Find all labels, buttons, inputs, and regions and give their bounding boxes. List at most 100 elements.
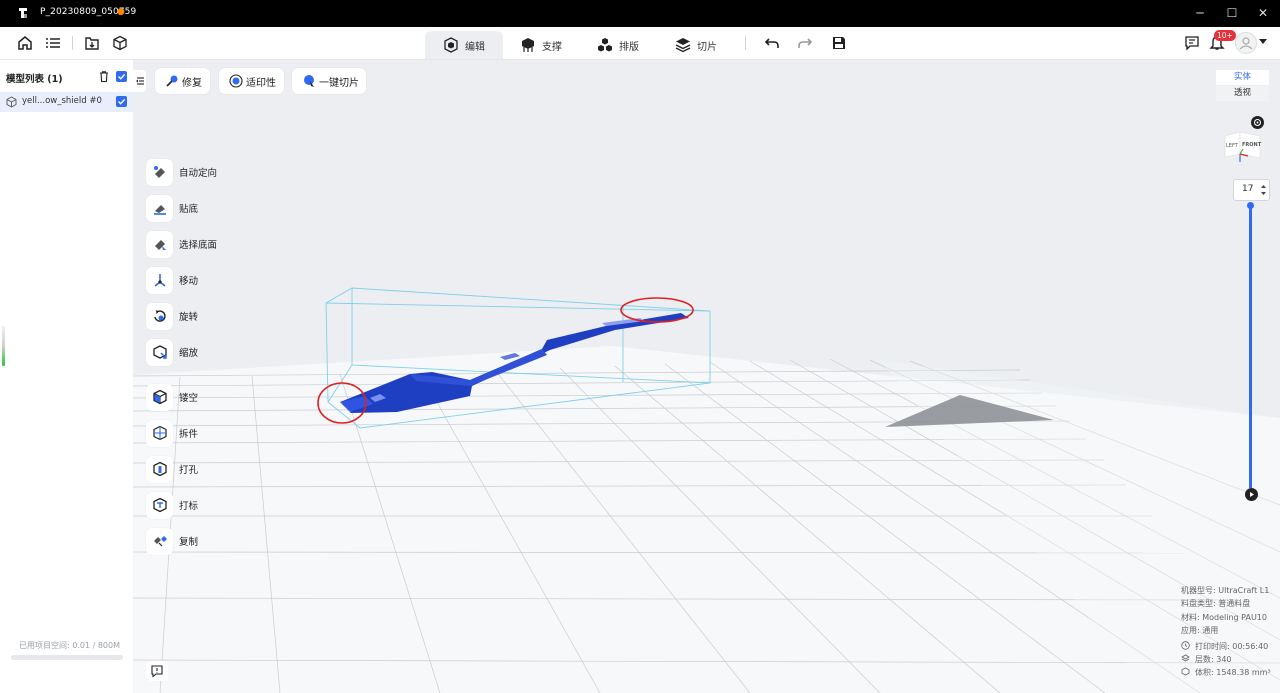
tab-slice-label: 切片	[697, 41, 717, 53]
tool-split[interactable]: 拆件	[146, 419, 198, 447]
machine-info: 机器型号: UltraCraft L1	[1181, 586, 1270, 595]
viewport-3d[interactable]	[133, 60, 1280, 693]
auto-orient-icon	[153, 166, 165, 178]
avatar[interactable]	[1235, 32, 1257, 54]
copy-icon	[153, 536, 167, 547]
model-name: yell...ow_shield #0	[22, 96, 102, 106]
stepper-icon[interactable]	[1260, 182, 1267, 198]
chevron-down-icon[interactable]	[1259, 39, 1267, 45]
scroll-indicator[interactable]	[2, 326, 5, 366]
title-bar: P_20230809_050759 ● ─ ☐ ✕	[0, 0, 1280, 27]
user-icon	[1239, 37, 1253, 50]
repair-icon	[166, 75, 178, 87]
toolbar-divider	[72, 36, 73, 50]
tool-move[interactable]: 移动	[146, 266, 198, 294]
rotate-icon	[153, 310, 166, 322]
repair-label: 修复	[182, 77, 202, 89]
printability-button[interactable]: 适印性	[219, 68, 284, 94]
move-icon	[154, 274, 165, 287]
tool-scale[interactable]: 缩放	[146, 338, 198, 366]
tool-label: 移动	[179, 276, 199, 287]
slice-layers-icon	[675, 38, 691, 53]
unsaved-indicator: ●	[117, 7, 125, 17]
view-cube[interactable]: LEFT FRONT	[1222, 124, 1264, 164]
app-logo-icon	[19, 8, 27, 18]
tool-label: 打标	[179, 501, 199, 512]
cube-front-label: FRONT	[1242, 142, 1262, 148]
volume-info: 体积: 1548.38 mm³	[1195, 668, 1271, 677]
tool-label: 镂空	[179, 393, 199, 404]
home-icon[interactable]	[17, 35, 33, 51]
message-icon[interactable]	[1184, 35, 1200, 51]
tool-label: 贴底	[179, 204, 199, 215]
layout-icon	[598, 38, 612, 52]
list-item[interactable]: yell...ow_shield #0	[0, 92, 133, 112]
tool-punch[interactable]: 打孔	[146, 455, 198, 483]
layer-value: 17	[1242, 184, 1254, 194]
storage-usage-bar	[11, 655, 123, 660]
tray-info: 料盘类型: 普通料盘	[1181, 599, 1251, 608]
model-list-title: 模型列表 (1)	[6, 74, 63, 85]
play-button[interactable]	[1245, 488, 1258, 501]
clock-icon	[1181, 641, 1190, 650]
view-perspective-button[interactable]: 透视	[1216, 86, 1269, 101]
redo-icon[interactable]	[797, 35, 813, 51]
material-info: 材料: Modeling PAU10	[1181, 613, 1267, 622]
layer-input[interactable]: 17	[1233, 179, 1270, 201]
repair-button[interactable]: 修复	[155, 68, 210, 94]
tool-label: 旋转	[179, 312, 199, 323]
import-icon[interactable]	[84, 35, 100, 51]
application-info: 应用: 通用	[1181, 626, 1219, 635]
tool-rotate[interactable]: 旋转	[146, 302, 198, 330]
view-solid-button[interactable]: 实体	[1216, 70, 1269, 85]
tab-support[interactable]: 支撑	[520, 31, 562, 59]
one-click-slice-label: 一键切片	[319, 77, 359, 89]
layer-slider-track[interactable]	[1249, 206, 1252, 488]
tool-hollow[interactable]: 镂空	[146, 383, 198, 411]
tool-auto-orient[interactable]: 自动定向	[146, 158, 217, 186]
trash-icon[interactable]	[99, 71, 109, 82]
tab-layout[interactable]: 排版	[597, 31, 639, 59]
tab-slice[interactable]: 切片	[675, 31, 717, 59]
cube-left-label: LEFT	[1226, 143, 1239, 149]
one-click-slice-button[interactable]: 一键切片	[292, 68, 366, 94]
tool-label: 复制	[179, 537, 199, 548]
layer-slider-handle[interactable]	[1247, 202, 1254, 209]
feedback-icon	[151, 665, 163, 678]
model-list-panel: 模型列表 (1) yell...ow_shield #0 已用项目空间: 0.0…	[0, 60, 133, 693]
edit-cube-icon	[444, 37, 458, 53]
collapse-icon	[136, 77, 144, 85]
close-button[interactable]: ✕	[1253, 4, 1273, 22]
tab-edit[interactable]: 编辑	[425, 31, 503, 59]
tool-select-bottom[interactable]: 选择底面	[146, 230, 217, 258]
maximize-button[interactable]: ☐	[1222, 4, 1242, 22]
tool-label-emboss[interactable]: 打标	[146, 491, 198, 519]
list-icon[interactable]	[45, 35, 61, 51]
tool-label: 拆件	[179, 429, 199, 440]
label-icon	[152, 497, 167, 513]
volume-icon	[1181, 667, 1190, 676]
minimize-button[interactable]: ─	[1190, 4, 1210, 22]
feedback-button[interactable]	[146, 661, 168, 681]
tool-label: 选择底面	[179, 240, 218, 251]
hollow-icon	[152, 389, 167, 405]
model-cube-icon[interactable]	[112, 35, 128, 51]
select-all-checkbox[interactable]	[116, 71, 127, 82]
tab-layout-label: 排版	[619, 41, 639, 53]
tool-label: 打孔	[179, 465, 199, 476]
save-icon[interactable]	[831, 35, 847, 51]
scale-icon	[152, 345, 167, 359]
model-cube-icon	[6, 96, 17, 108]
panel-collapse-button[interactable]	[133, 70, 146, 92]
print-time: 打印时间: 00:56:40	[1195, 642, 1269, 651]
undo-icon[interactable]	[764, 35, 780, 51]
select-bottom-icon	[154, 240, 166, 250]
printability-label: 适印性	[246, 77, 276, 89]
model-checkbox[interactable]	[116, 96, 127, 107]
tab-edit-label: 编辑	[465, 41, 485, 53]
tab-support-label: 支撑	[542, 41, 562, 53]
tool-copy[interactable]: 复制	[146, 527, 198, 555]
layers-icon	[1181, 654, 1190, 662]
lay-flat-icon	[153, 205, 166, 215]
tool-lay-flat[interactable]: 贴底	[146, 194, 198, 222]
